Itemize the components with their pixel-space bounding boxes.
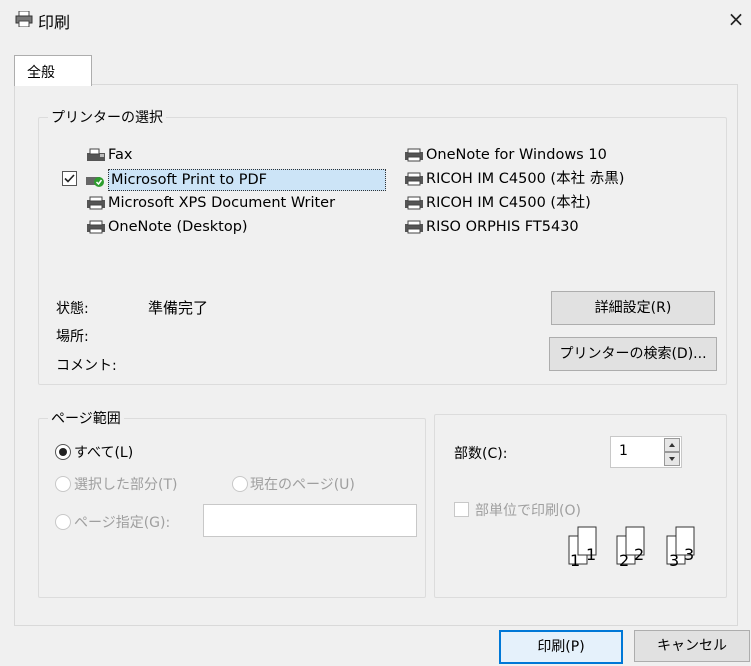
default-printer-icon	[86, 177, 104, 187]
svg-text:3: 3	[669, 551, 679, 570]
svg-text:2: 2	[634, 545, 644, 564]
copies-up-arrow[interactable]	[664, 438, 680, 452]
printer-name: OneNote for Windows 10	[426, 147, 607, 163]
printer-name: RICOH IM C4500 (本社 赤黒)	[426, 171, 625, 187]
collate-label: 部単位で印刷(O)	[475, 503, 581, 519]
chevron-up-icon	[669, 443, 675, 447]
radio-pages-label: ページ指定(G):	[74, 515, 171, 531]
radio-selection-label: 選択した部分(T)	[74, 477, 178, 493]
printer-icon	[15, 11, 33, 27]
printer-select-checkbox[interactable]	[62, 171, 77, 186]
svg-text:1: 1	[570, 551, 580, 570]
printer-item-ricoh-akakuro[interactable]: RICOH IM C4500 (本社 赤黒)	[404, 169, 624, 189]
tab-general-label: 全般	[27, 65, 55, 81]
printer-item-fax[interactable]: Fax	[86, 145, 132, 165]
printer-name-selected: Microsoft Print to PDF	[108, 169, 386, 191]
radio-selection[interactable]	[55, 476, 71, 492]
comment-label: コメント:	[56, 358, 117, 374]
find-printer-button[interactable]: プリンターの検索(D)...	[549, 337, 717, 371]
title-bar	[0, 0, 751, 40]
printer-name: OneNote (Desktop)	[108, 219, 248, 235]
printer-icon	[405, 220, 423, 234]
printer-select-title: プリンターの選択	[48, 107, 166, 127]
collate-preview-icon: 11 22 33	[568, 526, 695, 570]
printer-icon	[87, 196, 105, 210]
printer-name: RISO ORPHIS FT5430	[426, 219, 579, 235]
radio-pages[interactable]	[55, 514, 71, 530]
printer-item-onenote-desktop[interactable]: OneNote (Desktop)	[86, 217, 248, 237]
printer-item-riso[interactable]: RISO ORPHIS FT5430	[404, 217, 579, 237]
pages-input[interactable]	[203, 504, 417, 537]
printer-item-xps[interactable]: Microsoft XPS Document Writer	[86, 193, 335, 213]
window-title: 印刷	[38, 13, 71, 32]
svg-text:3: 3	[684, 545, 694, 564]
svg-text:1: 1	[586, 545, 596, 564]
radio-all-pages[interactable]	[55, 444, 71, 460]
printer-name: Microsoft XPS Document Writer	[108, 195, 336, 211]
printer-item-onenote-win10[interactable]: OneNote for Windows 10	[404, 145, 607, 165]
printer-icon	[87, 220, 105, 234]
printer-name: Fax	[108, 147, 133, 163]
printer-item-microsoft-print-to-pdf[interactable]: Microsoft Print to PDF	[86, 169, 386, 191]
check-icon	[64, 174, 75, 183]
status-value: 準備完了	[148, 299, 209, 317]
copies-label: 部数(C):	[454, 446, 508, 462]
radio-all-label: すべて(L)	[74, 445, 134, 461]
svg-text:2: 2	[619, 551, 629, 570]
location-label: 場所:	[56, 329, 89, 345]
printer-icon	[405, 148, 423, 162]
status-label: 状態:	[56, 301, 89, 317]
page-range-title: ページ範囲	[48, 408, 124, 428]
print-button[interactable]: 印刷(P)	[499, 630, 623, 664]
copies-stepper[interactable]: 1	[610, 436, 682, 468]
preferences-button[interactable]: 詳細設定(R)	[551, 291, 715, 325]
printer-name: RICOH IM C4500 (本社)	[426, 195, 591, 211]
tab-general[interactable]: 全般	[14, 55, 92, 86]
printer-icon	[405, 196, 423, 210]
close-button[interactable]: ×	[724, 6, 748, 32]
copies-down-arrow[interactable]	[664, 452, 680, 466]
copies-value[interactable]: 1	[619, 443, 628, 459]
radio-current-page-label: 現在のページ(U)	[250, 477, 355, 493]
chevron-down-icon	[669, 457, 675, 461]
collate-checkbox[interactable]	[454, 502, 469, 517]
fax-icon	[87, 148, 105, 161]
radio-current-page[interactable]	[232, 476, 248, 492]
printer-icon	[405, 172, 423, 186]
cancel-button[interactable]: キャンセル	[634, 630, 750, 662]
printer-item-ricoh-honsha[interactable]: RICOH IM C4500 (本社)	[404, 193, 591, 213]
